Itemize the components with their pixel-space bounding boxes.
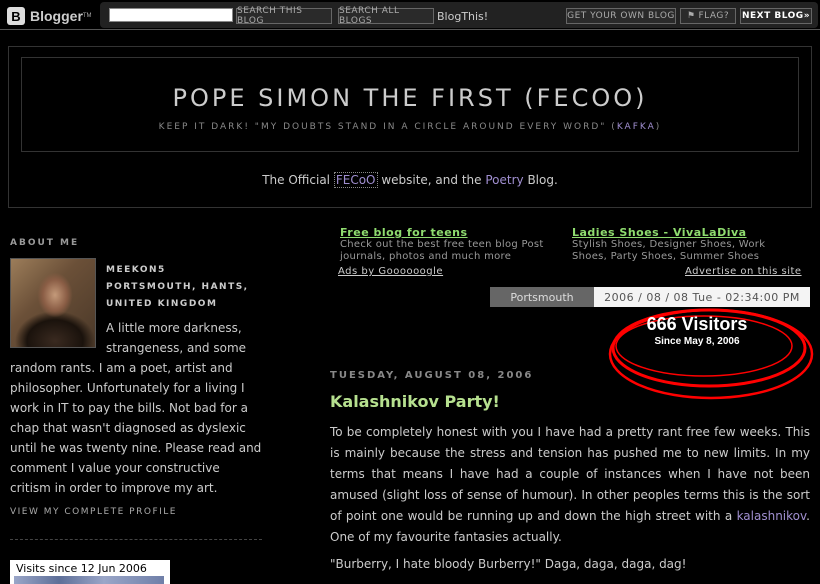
blogger-logo[interactable]: B Blogger TM	[7, 6, 92, 26]
ad2-line1: Stylish Shoes, Designer Shoes, Work	[572, 239, 766, 250]
blogger-b-icon: B	[7, 7, 25, 25]
blog-header-inner: POPE SIMON THE FIRST (FECOO) KEEP IT DAR…	[21, 57, 799, 152]
poetry-link[interactable]: Poetry	[485, 173, 523, 187]
blog-search-input[interactable]	[109, 8, 233, 22]
visitor-since: Since May 8, 2006	[654, 336, 740, 347]
blog-description-close: )	[655, 122, 662, 132]
blogthis-link[interactable]: BlogThis!	[437, 10, 488, 23]
post-paragraph-2: "Burberry, I hate bloody Burberry!" Daga…	[330, 557, 687, 571]
ad1-line1: Check out the best free teen blog Post	[340, 239, 544, 250]
blogger-wordmark: Blogger	[30, 8, 83, 24]
location-label: Portsmouth	[490, 287, 594, 307]
navbar-controls: SEARCH THIS BLOG SEARCH ALL BLOGS BlogTh…	[100, 2, 818, 28]
flag-label: FLAG?	[698, 11, 730, 21]
official-website-line: The Official FECoO website, and the Poet…	[9, 172, 811, 188]
post-title[interactable]: Kalashnikov Party!	[330, 392, 500, 411]
blogger-tm: TM	[82, 13, 92, 19]
get-your-own-blog-button[interactable]: GET YOUR OWN BLOG	[566, 8, 676, 24]
advertise-link[interactable]: Advertise on this site	[685, 266, 802, 277]
profile-text-float	[10, 318, 106, 358]
post-date: TUESDAY, AUGUST 08, 2006	[330, 370, 534, 381]
ads-by-google-link[interactable]: Ads by Goooooogle	[338, 266, 443, 277]
official-middle: website, and the	[377, 173, 486, 187]
profile-username[interactable]: MEEKON5	[106, 262, 256, 279]
ad1-line2: journals, photos and much more	[340, 251, 512, 262]
kalashnikov-link[interactable]: kalashnikov	[737, 509, 807, 523]
ad2-line2: Shoes, Party Shoes, Summer Shoes	[572, 251, 760, 262]
visits-widget[interactable]: Visits since 12 Jun 2006	[10, 560, 170, 584]
profile-name: MEEKON5 PORTSMOUTH, HANTS, UNITED KINGDO…	[106, 262, 256, 313]
visits-map-image	[14, 576, 164, 584]
kafka-link[interactable]: KAFKA	[617, 122, 656, 132]
blog-description-text: KEEP IT DARK! "MY DOUBTS STAND IN A CIRC…	[158, 122, 617, 132]
visitor-count: 666 Visitors	[646, 314, 748, 334]
visitor-counter[interactable]: 666 Visitors Since May 8, 2006	[604, 306, 818, 410]
visits-label: Visits since 12 Jun 2006	[16, 562, 147, 575]
blogger-navbar: B Blogger TM SEARCH THIS BLOG SEARCH ALL…	[0, 0, 820, 30]
ad-free-blog-teens-text: Check out the best free teen blog Post j…	[340, 239, 544, 263]
search-this-blog-button[interactable]: SEARCH THIS BLOG	[236, 6, 332, 26]
flag-icon: ⚑	[686, 11, 696, 21]
next-blog-button[interactable]: NEXT BLOG»	[740, 8, 812, 24]
official-prefix: The Official	[262, 173, 334, 187]
about-me-heading: ABOUT ME	[10, 238, 80, 248]
official-suffix: Blog.	[523, 173, 558, 187]
ad-free-blog-teens-link[interactable]: Free blog for teens	[340, 226, 468, 239]
blog-description: KEEP IT DARK! "MY DOUBTS STAND IN A CIRC…	[22, 122, 798, 132]
profile-description: A little more darkness, strangeness, and…	[10, 318, 262, 498]
flag-button[interactable]: ⚑ FLAG?	[680, 8, 736, 24]
date-time-display: 2006 / 08 / 08 Tue - 02:34:00 PM	[594, 287, 810, 307]
ad-ladies-shoes-link[interactable]: Ladies Shoes - VivaLaDiva	[572, 226, 747, 239]
profile-location-country: UNITED KINGDOM	[106, 299, 218, 309]
blog-title[interactable]: POPE SIMON THE FIRST (FECOO)	[22, 84, 798, 112]
ad-ladies-shoes-text: Stylish Shoes, Designer Shoes, Work Shoe…	[572, 239, 765, 263]
fecoo-link[interactable]: FECoO	[333, 172, 378, 188]
search-all-blogs-button[interactable]: SEARCH ALL BLOGS	[338, 6, 434, 26]
blog-header: POPE SIMON THE FIRST (FECOO) KEEP IT DAR…	[8, 46, 812, 208]
sidebar-divider	[10, 539, 262, 540]
post-body: To be completely honest with you I have …	[330, 422, 810, 548]
profile-location-city: PORTSMOUTH, HANTS,	[106, 282, 249, 292]
view-complete-profile-link[interactable]: VIEW MY COMPLETE PROFILE	[10, 507, 177, 517]
